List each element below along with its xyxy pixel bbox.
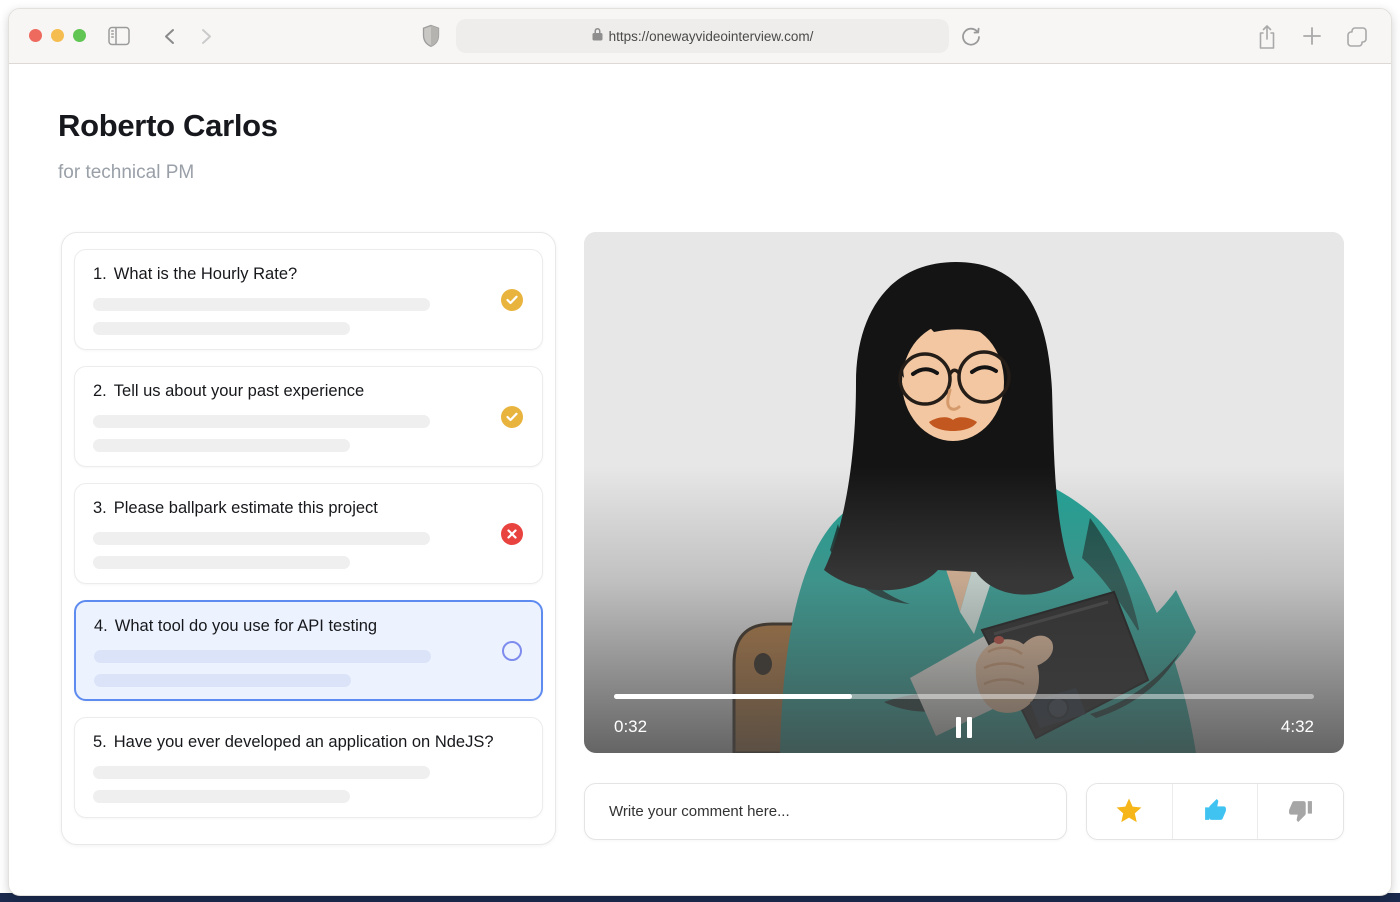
question-list-panel: 1. What is the Hourly Rate? 2. Tell us abo… <box>61 232 556 845</box>
rating-button-group <box>1086 783 1344 840</box>
question-title: 1. What is the Hourly Rate? <box>93 265 524 284</box>
question-text: Have you ever developed an application o… <box>114 733 494 751</box>
question-title: 3. Please ballpark estimate this project <box>93 499 524 518</box>
x-circle-icon <box>501 523 523 545</box>
current-time: 0:32 <box>614 717 647 737</box>
question-card-5[interactable]: 5. Have you ever developed an application… <box>74 717 543 818</box>
forward-icon[interactable] <box>199 28 213 45</box>
thumbs-up-icon <box>1203 798 1228 826</box>
close-window-button[interactable] <box>29 29 42 42</box>
question-text: Tell us about your past experience <box>114 382 364 400</box>
pause-icon[interactable] <box>956 717 972 738</box>
question-title: 5. Have you ever developed an application… <box>93 733 524 752</box>
share-icon[interactable] <box>1257 24 1277 50</box>
new-tab-icon[interactable] <box>1302 26 1322 46</box>
question-card-4-active[interactable]: 4. What tool do you use for API testing <box>74 600 543 701</box>
skeleton-line <box>93 790 350 803</box>
progress-fill <box>614 694 852 699</box>
question-text: What is the Hourly Rate? <box>114 265 297 283</box>
candidate-role: for technical PM <box>58 162 194 184</box>
candidate-name: Roberto Carlos <box>58 108 278 144</box>
check-circle-icon <box>501 289 523 311</box>
skeleton-line <box>93 439 350 452</box>
question-title: 4. What tool do you use for API testing <box>94 617 523 636</box>
question-text: Please ballpark estimate this project <box>114 499 378 517</box>
total-time: 4:32 <box>1281 717 1314 737</box>
question-card-3[interactable]: 3. Please ballpark estimate this project <box>74 483 543 584</box>
video-bottom-gradient <box>584 466 1344 753</box>
minimize-window-button[interactable] <box>51 29 64 42</box>
page-content: Roberto Carlos for technical PM 1. What i… <box>9 64 1391 894</box>
skeleton-line <box>93 322 350 335</box>
skeleton-line <box>93 415 430 428</box>
skeleton-line <box>94 650 431 663</box>
zoom-window-button[interactable] <box>73 29 86 42</box>
url-text: https://onewayvideointerview.com/ <box>609 29 814 44</box>
check-circle-icon <box>501 406 523 428</box>
browser-toolbar: https://onewayvideointerview.com/ <box>9 9 1391 64</box>
skeleton-line <box>93 532 430 545</box>
skeleton-line <box>93 298 430 311</box>
video-progress-bar[interactable] <box>614 694 1314 699</box>
question-card-2[interactable]: 2. Tell us about your past experience <box>74 366 543 467</box>
question-number: 4. <box>94 617 108 635</box>
address-bar[interactable]: https://onewayvideointerview.com/ <box>456 19 949 53</box>
sidebar-toggle-icon[interactable] <box>108 26 130 46</box>
tab-overview-icon[interactable] <box>1345 25 1369 49</box>
thumbs-down-button[interactable] <box>1257 784 1343 839</box>
star-rating-button[interactable] <box>1087 784 1172 839</box>
star-icon <box>1115 797 1143 827</box>
back-icon[interactable] <box>163 28 177 45</box>
question-number: 1. <box>93 265 107 283</box>
thumbs-up-button[interactable] <box>1172 784 1258 839</box>
question-card-1[interactable]: 1. What is the Hourly Rate? <box>74 249 543 350</box>
browser-window: https://onewayvideointerview.com/ <box>8 8 1392 896</box>
open-circle-icon <box>502 641 522 661</box>
question-number: 3. <box>93 499 107 517</box>
skeleton-line <box>93 766 430 779</box>
privacy-shield-icon[interactable] <box>422 24 440 48</box>
skeleton-line <box>93 556 350 569</box>
question-number: 5. <box>93 733 107 751</box>
question-title: 2. Tell us about your past experience <box>93 382 524 401</box>
question-text: What tool do you use for API testing <box>115 617 377 635</box>
window-controls <box>29 29 86 42</box>
thumbs-down-icon <box>1288 798 1313 826</box>
comment-input[interactable] <box>584 783 1067 840</box>
lock-icon <box>592 27 603 46</box>
skeleton-line <box>94 674 351 687</box>
question-number: 2. <box>93 382 107 400</box>
reload-icon[interactable] <box>960 25 982 49</box>
video-player[interactable]: 0:32 4:32 <box>584 232 1344 753</box>
